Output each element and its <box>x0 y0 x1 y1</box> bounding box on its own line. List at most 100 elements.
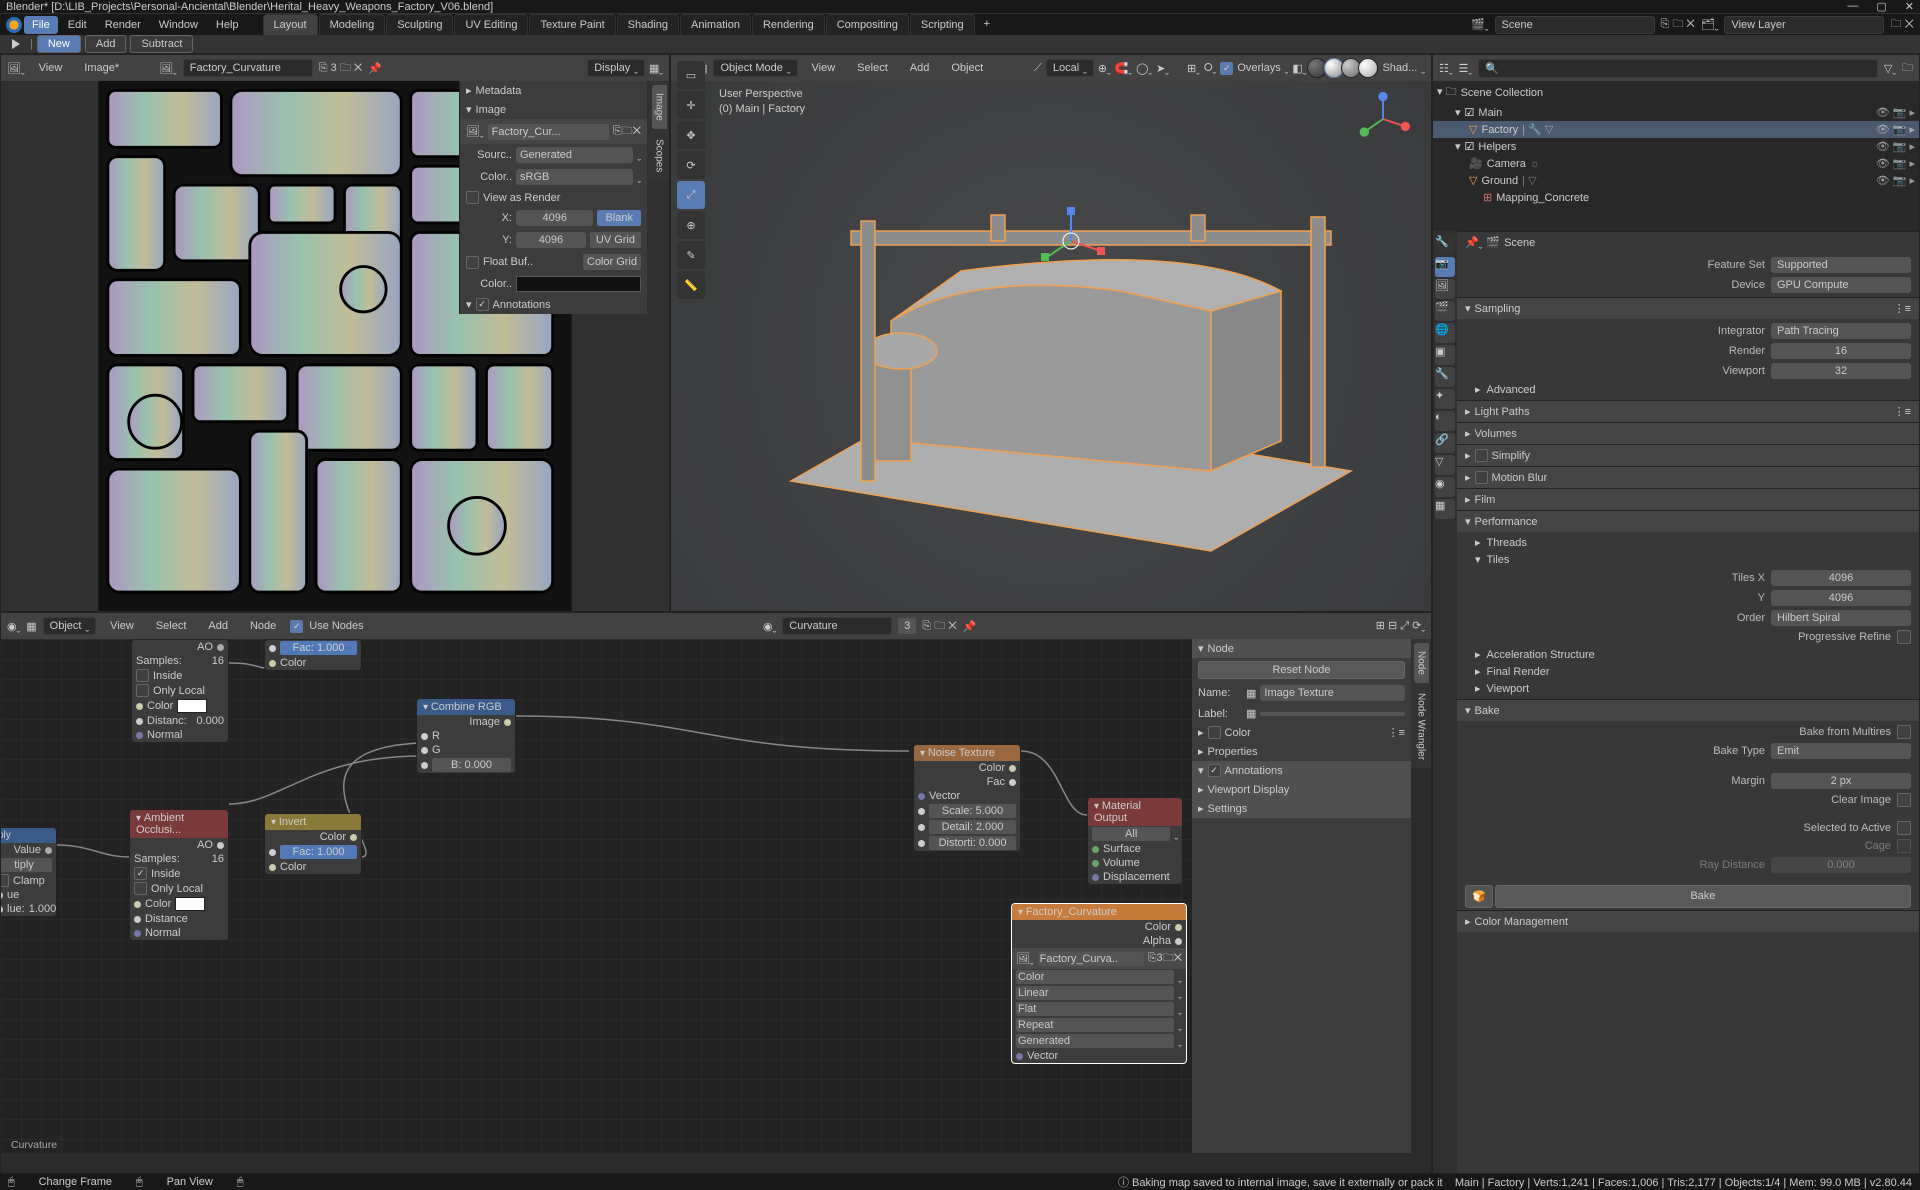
obj-camera[interactable]: Camera <box>1487 158 1526 170</box>
final-render-hdr[interactable]: ▸ Final Render <box>1465 663 1911 680</box>
size-x[interactable]: 4096 <box>516 210 593 226</box>
node-fac-color[interactable]: Fac: 1.000 Color <box>264 639 362 671</box>
tiles-x[interactable]: 4096 <box>1771 570 1911 586</box>
side-tab-scopes[interactable]: Scopes <box>652 131 667 180</box>
overlay-toggle-icon[interactable]: ⊞ˬ <box>1187 62 1200 75</box>
tab-sculpting[interactable]: Sculpting <box>386 14 453 35</box>
tab-uvediting[interactable]: UV Editing <box>454 14 528 35</box>
view-as-render-check[interactable] <box>466 191 479 204</box>
shader-type-icon[interactable]: ▦ <box>26 620 36 633</box>
render-samples[interactable]: 16 <box>1771 343 1911 359</box>
ptab-output[interactable]: 📷 <box>1435 257 1455 277</box>
menu-edit[interactable]: Edit <box>60 16 95 34</box>
outliner-type-icon[interactable]: ☷ˬ <box>1439 62 1453 75</box>
simplify-hdr[interactable]: ▸ Simplify <box>1457 444 1919 466</box>
ptab-physics[interactable]: ◐ <box>1435 411 1455 431</box>
annot-header[interactable]: ▾ Annotations <box>460 295 647 314</box>
tiles-y[interactable]: 4096 <box>1771 590 1911 606</box>
mode-selector[interactable]: Object Mode ˬ <box>713 59 797 77</box>
editor-type-icon[interactable]: 🖼ˬ <box>7 62 25 75</box>
close-icon[interactable]: ✕ <box>1905 0 1914 13</box>
tool-move[interactable]: ✥ <box>677 121 705 149</box>
tool-annotate[interactable]: ✎ <box>677 241 705 269</box>
material-users[interactable]: 3 <box>898 618 916 634</box>
scene-controls[interactable]: ⎘ 🗀 ✕ <box>1661 15 1695 34</box>
ne-menu-node[interactable]: Node <box>242 617 284 635</box>
xray-icon[interactable]: ◧ˬ <box>1292 62 1306 75</box>
bake-menu-icon[interactable]: 🍞 <box>1465 885 1493 908</box>
gizmo-toggle-icon[interactable]: ➤ˬ <box>1156 62 1169 75</box>
image-header[interactable]: ▾ Image <box>460 100 647 119</box>
node-color-hdr[interactable]: ▸ Color⋮≡ <box>1192 723 1411 742</box>
obj-ground[interactable]: Ground <box>1481 175 1518 187</box>
image-controls[interactable]: ⎘ 3 🗀 ✕ <box>319 59 362 78</box>
coll-helpers[interactable]: Helpers <box>1478 141 1516 153</box>
obj-mapping[interactable]: Mapping_Concrete <box>1496 192 1589 204</box>
side-tab-node[interactable]: Node <box>1414 643 1429 683</box>
channel-icon[interactable]: ▦ˬ <box>649 62 663 75</box>
blender-icon[interactable] <box>6 17 22 33</box>
use-nodes-check[interactable] <box>290 620 303 633</box>
new-button[interactable]: New <box>37 35 81 53</box>
ptab-texture[interactable]: ▦ <box>1435 499 1455 519</box>
ptab-data[interactable]: ▽ <box>1435 455 1455 475</box>
node-material-output[interactable]: ▾ Material Output Allˬ Surface Volume Di… <box>1087 797 1183 885</box>
tool-cursor[interactable]: ✛ <box>677 91 705 119</box>
bake-multires-check[interactable] <box>1897 725 1911 739</box>
cage-check[interactable] <box>1897 839 1911 853</box>
prog-refine-check[interactable] <box>1897 630 1911 644</box>
imgtex-browse-icon[interactable]: 🖼ˬ <box>1016 952 1034 965</box>
vp-menu-view[interactable]: View <box>804 59 844 77</box>
vp-disp-hdr[interactable]: ▸ Viewport Display <box>1192 780 1411 799</box>
viewlayer-controls[interactable]: 🗀 ✕ <box>1890 15 1914 34</box>
side-tab-nodewrangler[interactable]: Node Wrangler <box>1414 685 1429 768</box>
overlays-label[interactable]: Overlays <box>1237 62 1280 74</box>
advanced-hdr[interactable]: ▸ Advanced <box>1465 381 1911 398</box>
vp-menu-add[interactable]: Add <box>902 59 938 77</box>
ray-distance[interactable]: 0.000 <box>1771 857 1911 873</box>
image-browse-icon[interactable]: 🖼ˬ <box>159 62 177 75</box>
tool-rotate[interactable]: ⟳ <box>677 151 705 179</box>
wireframe-icon[interactable]: ⭘ˬ <box>1204 62 1216 75</box>
shader-editor-icon[interactable]: ◉ˬ <box>7 620 20 633</box>
image-name-field[interactable]: Factory_Curvature <box>183 59 313 77</box>
ptab-object[interactable]: ▣ <box>1435 345 1455 365</box>
colmgmt-hdr[interactable]: ▸ Color Management <box>1457 910 1919 932</box>
collection-icon[interactable]: ▾ 🗀 <box>1437 83 1457 102</box>
tool-measure[interactable]: 📏 <box>677 271 705 299</box>
menu-window[interactable]: Window <box>151 16 206 34</box>
light-paths-hdr[interactable]: ▸ Light Paths⋮≡ <box>1457 400 1919 422</box>
uv-menu-view[interactable]: View <box>31 59 71 77</box>
tab-modeling[interactable]: Modeling <box>319 14 386 35</box>
node-combinergb[interactable]: ▾ Combine RGB Image R G B: 0.000 <box>416 698 516 774</box>
menu-render[interactable]: Render <box>97 16 149 34</box>
tab-shading[interactable]: Shading <box>617 14 679 35</box>
volumes-hdr[interactable]: ▸ Volumes <box>1457 422 1919 444</box>
filter-icon[interactable]: ▽ˬ <box>1884 62 1896 75</box>
bake-hdr[interactable]: ▾ Bake <box>1457 699 1919 721</box>
img-name-field[interactable]: Factory_Cur... <box>488 124 609 140</box>
play-icon[interactable] <box>12 39 20 49</box>
perf-hdr[interactable]: ▾ Performance <box>1457 510 1919 532</box>
node-props-hdr[interactable]: ▸ Properties <box>1192 742 1411 761</box>
material-browse-icon[interactable]: ◉ˬ <box>763 620 776 633</box>
tile-order[interactable]: Hilbert Spiral <box>1771 610 1911 626</box>
maximize-icon[interactable]: ▢ <box>1876 0 1886 13</box>
tool-select[interactable]: ▭ <box>677 61 705 89</box>
outliner-search[interactable]: 🔍 <box>1478 59 1878 78</box>
viewlayer-icon[interactable]: 🗂ˬ <box>1701 18 1719 31</box>
ptab-viewlayer[interactable]: 🖼 <box>1435 279 1455 299</box>
scene-breadcrumb[interactable]: Scene <box>1504 237 1535 249</box>
size-y[interactable]: 4096 <box>516 232 586 248</box>
tab-rendering[interactable]: Rendering <box>752 14 825 35</box>
ne-menu-view[interactable]: View <box>102 617 142 635</box>
accel-hdr[interactable]: ▸ Acceleration Structure <box>1465 646 1911 663</box>
motion-hdr[interactable]: ▸ Motion Blur <box>1457 466 1919 488</box>
node-image-texture[interactable]: ▾ Factory_Curvature Color Alpha 🖼ˬFactor… <box>1011 903 1187 1064</box>
menu-file[interactable]: File <box>24 16 58 34</box>
node-ao-lower[interactable]: ▾ Ambient Occlusi... AO Samples:16 Insid… <box>129 809 229 941</box>
ptab-world[interactable]: 🌐 <box>1435 323 1455 343</box>
snap-icon[interactable]: 🧲ˬ <box>1115 62 1132 75</box>
orientation-icon[interactable]: ⟋ <box>1034 62 1042 75</box>
meta-header[interactable]: ▸ Metadata <box>460 81 647 100</box>
